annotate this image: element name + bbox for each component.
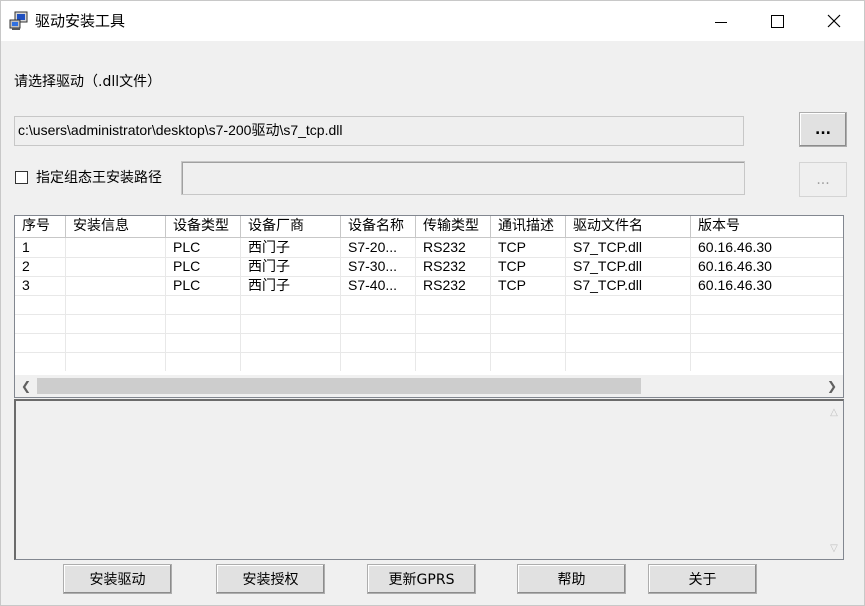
row-cell	[66, 238, 166, 257]
update-gprs-button[interactable]: 更新GPRS	[367, 564, 476, 594]
column-header[interactable]: 设备名称	[341, 216, 416, 237]
row-cell: PLC	[166, 238, 241, 257]
row-cell: RS232	[416, 257, 491, 276]
row-cell: 60.16.46.30	[698, 277, 772, 293]
row-cell: S7_TCP.dll	[566, 238, 691, 257]
driver-path-field[interactable]: c:\users\administrator\desktop\s7-200驱动\…	[14, 116, 744, 146]
table-row[interactable]: 2 PLC 西门子 S7-30... RS232 TCP S7_TCP.dll …	[15, 257, 843, 277]
install-path-checkbox-label: 指定组态王安装路径	[36, 170, 162, 186]
maximize-icon	[770, 14, 784, 28]
install-path-checkbox[interactable]	[15, 171, 28, 184]
help-button[interactable]: 帮助	[517, 564, 626, 594]
table-row[interactable]: 1 PLC 西门子 S7-20... RS232 TCP S7_TCP.dll …	[15, 238, 843, 258]
list-header: 序号 安装信息 设备类型 设备厂商 设备名称 传输类型 通讯描述 驱动文件名 版…	[15, 216, 843, 238]
browse-driver-button[interactable]: ...	[799, 112, 847, 147]
column-header[interactable]: 设备类型	[166, 216, 241, 237]
row-cell: RS232	[416, 238, 491, 257]
row-cell: 60.16.46.30	[698, 239, 772, 255]
title-bar[interactable]: 驱动安装工具	[1, 1, 864, 41]
browse-install-path-button: ...	[799, 162, 847, 197]
log-output-area[interactable]: △ ▽	[14, 399, 844, 560]
column-header[interactable]: 驱动文件名	[566, 216, 691, 237]
row-cell: S7_TCP.dll	[566, 257, 691, 276]
column-header[interactable]: 版本号	[691, 216, 843, 237]
row-cell: TCP	[491, 238, 566, 257]
column-header[interactable]: 传输类型	[416, 216, 491, 237]
window-title: 驱动安装工具	[35, 12, 126, 30]
row-cell: 西门子	[241, 257, 341, 276]
row-cell: 1	[15, 238, 66, 257]
row-cell: RS232	[416, 276, 491, 295]
horizontal-scroll-thumb[interactable]	[37, 378, 641, 394]
row-cell: 西门子	[241, 238, 341, 257]
row-cell: S7-40...	[341, 276, 416, 295]
scroll-down-icon[interactable]: ▽	[825, 539, 843, 557]
column-header[interactable]: 设备厂商	[241, 216, 341, 237]
install-path-field	[181, 161, 745, 195]
row-cell: TCP	[491, 257, 566, 276]
column-header[interactable]: 序号	[15, 216, 66, 237]
list-body: 1 PLC 西门子 S7-20... RS232 TCP S7_TCP.dll …	[15, 238, 843, 375]
table-row-empty	[15, 352, 843, 371]
row-cell: S7-30...	[341, 257, 416, 276]
column-header[interactable]: 安装信息	[66, 216, 166, 237]
minimize-button[interactable]	[693, 1, 749, 41]
row-cell	[66, 276, 166, 295]
row-cell: PLC	[166, 257, 241, 276]
row-cell: S7_TCP.dll	[566, 276, 691, 295]
driver-install-window: 驱动安装工具 请选择驱动（.dll文件） c:\users\administra…	[0, 0, 865, 606]
computer-tool-icon	[9, 11, 29, 31]
about-button[interactable]: 关于	[648, 564, 757, 594]
table-row-empty	[15, 295, 843, 315]
row-cell: 60.16.46.30	[698, 258, 772, 274]
row-cell: 2	[15, 257, 66, 276]
table-row[interactable]: 3 PLC 西门子 S7-40... RS232 TCP S7_TCP.dll …	[15, 276, 843, 296]
vertical-scrollbar[interactable]: △ ▽	[825, 401, 843, 558]
close-button[interactable]	[806, 1, 862, 41]
table-row-empty	[15, 333, 843, 353]
row-cell: 西门子	[241, 276, 341, 295]
row-cell	[66, 257, 166, 276]
driver-list[interactable]: 序号 安装信息 设备类型 设备厂商 设备名称 传输类型 通讯描述 驱动文件名 版…	[14, 215, 844, 398]
scroll-up-icon[interactable]: △	[825, 403, 843, 421]
install-license-button[interactable]: 安装授权	[216, 564, 325, 594]
scroll-left-icon[interactable]: ❮	[15, 375, 37, 397]
scroll-right-icon[interactable]: ❯	[821, 375, 843, 397]
minimize-icon	[715, 21, 727, 23]
horizontal-scrollbar[interactable]: ❮ ❯	[15, 375, 843, 397]
row-cell: S7-20...	[341, 238, 416, 257]
row-cell: 3	[15, 276, 66, 295]
driver-select-label: 请选择驱动（.dll文件）	[14, 74, 162, 90]
maximize-button[interactable]	[749, 1, 805, 41]
row-cell: TCP	[491, 276, 566, 295]
install-driver-button[interactable]: 安装驱动	[63, 564, 172, 594]
close-icon	[827, 14, 841, 28]
table-row-empty	[15, 314, 843, 334]
row-cell: PLC	[166, 276, 241, 295]
column-header[interactable]: 通讯描述	[491, 216, 566, 237]
